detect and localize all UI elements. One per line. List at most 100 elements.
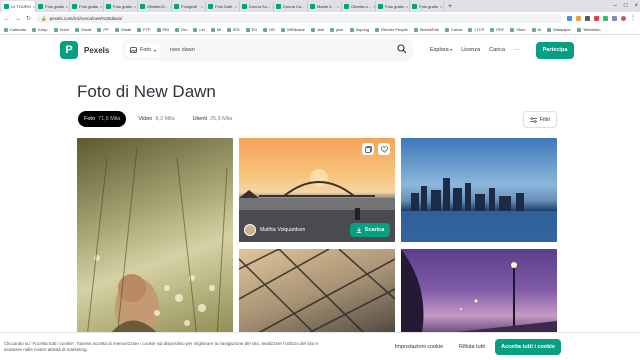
extension-icon[interactable] xyxy=(603,16,608,21)
browser-tab[interactable]: Foto gratis × xyxy=(36,1,70,12)
bookmark[interactable]: LTCP xyxy=(468,27,484,32)
bookmark[interactable]: Xspring xyxy=(349,27,369,32)
forward-icon[interactable]: → xyxy=(15,16,21,22)
bookmark[interactable]: ED xyxy=(245,27,257,32)
browser-tab[interactable]: Foto Dafit × xyxy=(206,1,240,12)
close-icon[interactable]: × xyxy=(100,4,102,9)
bookmark[interactable]: Canva xyxy=(444,27,462,32)
photo-card[interactable]: Matthis Volquardsen Scarica xyxy=(239,138,395,242)
collection-icon xyxy=(364,145,372,153)
bookmark[interactable]: Television xyxy=(576,27,601,32)
bookmark[interactable]: Ai xyxy=(531,27,541,32)
close-window-icon[interactable]: × xyxy=(634,0,638,12)
browser-tab[interactable]: Madre li... × xyxy=(308,1,342,12)
puzzle-icon[interactable] xyxy=(612,16,617,21)
close-icon[interactable]: × xyxy=(134,4,136,9)
profile-avatar[interactable] xyxy=(621,16,626,21)
nav-license[interactable]: Licenza xyxy=(461,47,480,53)
maximize-icon[interactable]: □ xyxy=(624,0,628,12)
bookmark[interactable]: Wallpaper xyxy=(547,27,571,32)
extension-icon[interactable] xyxy=(594,16,599,21)
back-icon[interactable]: ← xyxy=(4,16,10,22)
photo-image xyxy=(401,249,557,338)
browser-tab[interactable]: Foto gratis × xyxy=(70,1,104,12)
new-tab-icon[interactable]: + xyxy=(444,1,456,12)
bookmark[interactable]: pixir xyxy=(330,27,344,32)
reject-all-button[interactable]: Rifiuta tutti xyxy=(452,339,492,355)
browser-tab[interactable]: Le TOURO × xyxy=(2,1,36,12)
bookmark[interactable]: Gmail xyxy=(74,27,91,32)
close-icon[interactable]: × xyxy=(406,4,408,9)
browser-tab[interactable]: Foto gratis × xyxy=(410,1,444,12)
bookmark[interactable]: Gmail xyxy=(114,27,131,32)
photo-card[interactable] xyxy=(239,249,395,338)
bookmark-icon xyxy=(547,27,552,32)
minimize-icon[interactable]: – xyxy=(614,0,617,12)
bookmark[interactable]: Keep xyxy=(32,27,48,32)
more-icon[interactable]: ··· xyxy=(514,47,520,53)
bookmark[interactable]: Skeu xyxy=(510,27,526,32)
bookmark[interactable]: PBI xyxy=(156,27,169,32)
bookmark[interactable]: Mi xyxy=(210,27,221,32)
tab-users[interactable]: Utenti 25,3 Mila xyxy=(187,111,239,127)
nav-upload[interactable]: Carica xyxy=(489,47,505,53)
tab-videos[interactable]: Video 8,3 Mila xyxy=(132,111,180,127)
browser-tab[interactable]: Donna Su...× xyxy=(240,1,274,12)
brand-name[interactable]: Pexels xyxy=(84,46,109,55)
photo-author[interactable]: Matthis Volquardsen xyxy=(244,224,305,236)
bookmark[interactable]: FTF xyxy=(137,27,151,32)
filter-icon xyxy=(529,116,537,123)
extension-icon[interactable] xyxy=(567,16,572,21)
menu-dots-icon[interactable]: ⋮ xyxy=(630,15,636,21)
browser-tab[interactable]: Olivetta D...× xyxy=(138,1,172,12)
photo-card[interactable] xyxy=(401,249,557,338)
like-button[interactable] xyxy=(378,143,390,155)
cookie-settings-button[interactable]: Impostazioni cookie xyxy=(390,339,448,355)
reload-icon[interactable]: ↻ xyxy=(26,15,31,22)
bookmark[interactable]: Lei xyxy=(193,27,205,32)
browser-tab[interactable]: Foto gratis × xyxy=(104,1,138,12)
browser-tab[interactable]: Donna Ca...× xyxy=(274,1,308,12)
bookmark[interactable]: Calendar xyxy=(4,27,26,32)
download-button[interactable]: Scarica xyxy=(350,223,390,237)
nav-explore[interactable]: Esplora ▾ xyxy=(430,47,452,53)
extension-icon[interactable] xyxy=(585,16,590,21)
bookmark[interactable]: Drive xyxy=(53,27,69,32)
close-icon[interactable]: × xyxy=(235,4,237,9)
photo-card[interactable] xyxy=(77,138,233,338)
close-icon[interactable]: × xyxy=(440,4,442,9)
bookmark[interactable]: PDF xyxy=(490,27,504,32)
bookmark[interactable]: IED xyxy=(227,27,240,32)
filter-button[interactable]: Filtri xyxy=(523,111,557,128)
pexels-logo[interactable]: P xyxy=(60,41,78,59)
bookmark[interactable]: HD xyxy=(263,27,275,32)
browser-tab[interactable]: Olivetta o... × xyxy=(342,1,376,12)
collect-button[interactable] xyxy=(362,143,374,155)
search-bar[interactable]: Foto ▾ new dawn xyxy=(122,39,413,61)
extension-icon[interactable] xyxy=(576,16,581,21)
url-field[interactable]: 🔒 pexels.com/it-it/cerca/new%20dawn/ xyxy=(36,14,562,23)
bookmark[interactable]: Gm xyxy=(174,27,187,32)
close-icon[interactable]: × xyxy=(201,4,203,9)
tab-favicon xyxy=(38,4,43,9)
bookmark[interactable]: Render People xyxy=(375,27,408,32)
close-icon[interactable]: × xyxy=(33,4,35,9)
browser-tab[interactable]: Fotografi × xyxy=(172,1,206,12)
accept-all-button[interactable]: Accetta tutti i cookie xyxy=(495,339,561,355)
tab-title: Foto gratis xyxy=(385,4,404,9)
bookmark[interactable]: WEBcube xyxy=(281,27,305,32)
bookmark[interactable]: PP xyxy=(97,27,109,32)
search-input[interactable]: new dawn xyxy=(170,47,195,53)
window-controls: – □ × xyxy=(614,0,638,12)
bookmark[interactable]: Jedi xyxy=(310,27,324,32)
bookmark-icon xyxy=(468,27,473,32)
close-icon[interactable]: × xyxy=(66,4,68,9)
join-button[interactable]: Partecipa xyxy=(536,41,574,59)
tab-photos[interactable]: Foto 71,5 Mila xyxy=(78,111,127,127)
bookmark[interactable]: SketchFab xyxy=(413,27,439,32)
browser-tab[interactable]: Foto gratis × xyxy=(376,1,410,12)
photo-card[interactable] xyxy=(401,138,557,242)
close-icon[interactable]: × xyxy=(337,4,339,9)
search-type-select[interactable]: Foto ▾ xyxy=(126,43,161,57)
search-icon[interactable] xyxy=(397,44,407,54)
